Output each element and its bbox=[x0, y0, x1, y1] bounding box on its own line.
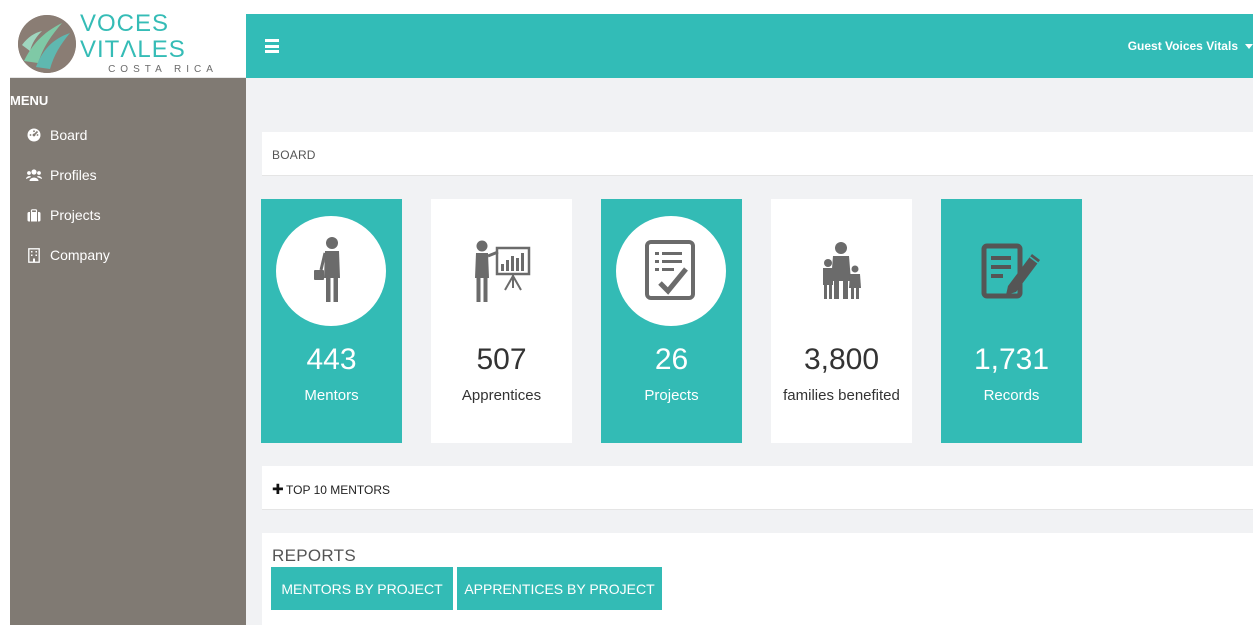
user-menu[interactable]: Guest Voices Vitals bbox=[1128, 14, 1253, 78]
plus-icon: ✚ bbox=[272, 481, 284, 497]
stat-value: 443 bbox=[306, 343, 357, 376]
stat-card-mentors[interactable]: 443 Mentors bbox=[261, 199, 402, 443]
stat-label: Projects bbox=[644, 387, 699, 404]
top-mentors-label: TOP 10 MENTORS bbox=[286, 483, 391, 497]
checklist-icon bbox=[616, 216, 726, 326]
reports-title: REPORTS bbox=[272, 546, 356, 565]
menu-toggle-icon[interactable] bbox=[265, 39, 279, 53]
sidebar-item-profiles[interactable]: Profiles bbox=[10, 154, 246, 196]
sidebar-item-label: Board bbox=[50, 127, 88, 143]
stat-card-records[interactable]: 1,731 Records bbox=[941, 199, 1082, 443]
mentor-person-icon bbox=[276, 216, 386, 326]
stat-value: 1,731 bbox=[973, 343, 1050, 376]
stat-label: Records bbox=[983, 387, 1040, 404]
logo[interactable]: VOCES VITΛLES COSTA RICA bbox=[10, 10, 246, 78]
stat-label: Apprentices bbox=[461, 387, 542, 404]
brand-subtitle: COSTA RICA bbox=[108, 64, 218, 75]
dashboard-icon bbox=[26, 127, 42, 143]
app-root: VOCES VITΛLES COSTA RICA MENU Board Prof… bbox=[0, 0, 1253, 625]
caret-down-icon bbox=[1245, 43, 1253, 49]
edit-document-icon bbox=[956, 216, 1066, 326]
stat-value: 507 bbox=[476, 343, 527, 376]
menu-heading: MENU bbox=[10, 93, 49, 108]
page-title: BOARD bbox=[272, 148, 316, 162]
stat-card-families[interactable]: 3,800 families benefited bbox=[771, 199, 912, 443]
reports-panel: REPORTS MENTORS BY PROJECT APPRENTICES B… bbox=[262, 533, 1253, 625]
stat-card-projects[interactable]: 26 Projects bbox=[601, 199, 742, 443]
sidebar-item-board[interactable]: Board bbox=[10, 114, 246, 156]
family-icon bbox=[786, 216, 896, 326]
users-icon bbox=[26, 167, 42, 183]
sidebar-item-label: Profiles bbox=[50, 167, 97, 183]
topbar: Guest Voices Vitals bbox=[246, 14, 1253, 78]
sidebar: VOCES VITΛLES COSTA RICA MENU Board Prof… bbox=[10, 10, 246, 625]
sidebar-item-label: Company bbox=[50, 247, 110, 263]
board-header: BOARD bbox=[262, 132, 1253, 176]
building-icon bbox=[26, 247, 42, 263]
top-mentors-toggle[interactable]: ✚ TOP 10 MENTORS bbox=[262, 466, 1253, 510]
sidebar-item-company[interactable]: Company bbox=[10, 234, 246, 276]
stat-label: Mentors bbox=[304, 387, 359, 404]
sidebar-item-label: Projects bbox=[50, 207, 101, 223]
brand-name: VOCES VITΛLES bbox=[80, 10, 186, 63]
apprentices-by-project-button[interactable]: APPRENTICES BY PROJECT bbox=[457, 567, 662, 610]
stat-label: families benefited bbox=[783, 387, 900, 404]
logo-mark-icon bbox=[18, 14, 76, 73]
main-content: BOARD 443 Mentors 507 Apprentices 26 Pro… bbox=[246, 78, 1253, 625]
stat-card-apprentices[interactable]: 507 Apprentices bbox=[431, 199, 572, 443]
user-name: Guest Voices Vitals bbox=[1127, 39, 1238, 53]
stat-value: 3,800 bbox=[803, 343, 880, 376]
stat-value: 26 bbox=[654, 343, 689, 376]
sidebar-item-projects[interactable]: Projects bbox=[10, 194, 246, 236]
mentors-by-project-button[interactable]: MENTORS BY PROJECT bbox=[271, 567, 453, 610]
briefcase-icon bbox=[26, 207, 42, 223]
presenter-board-icon bbox=[446, 216, 556, 326]
